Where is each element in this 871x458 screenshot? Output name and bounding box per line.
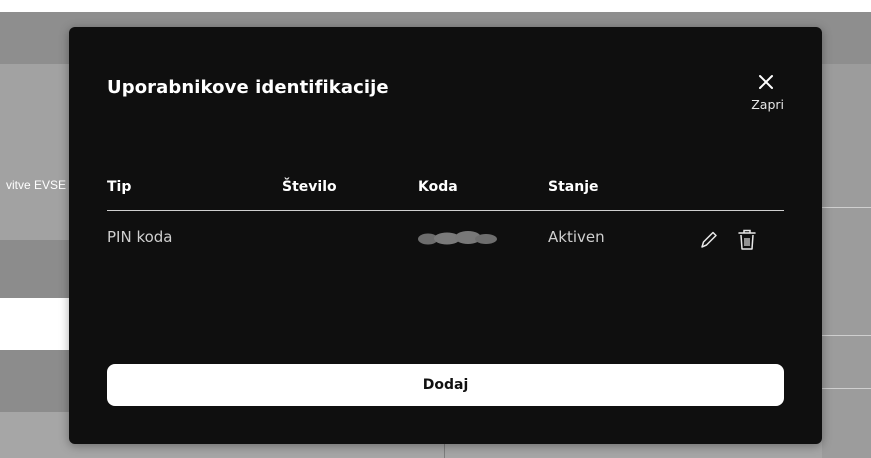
background-divider	[444, 444, 445, 458]
edit-button[interactable]	[697, 227, 721, 253]
add-button[interactable]: Dodaj	[107, 364, 784, 406]
background-divider	[822, 207, 871, 208]
background-label: vitve EVSE	[6, 178, 67, 192]
column-header-stevilo: Število	[282, 179, 337, 195]
trash-icon	[738, 229, 756, 250]
table-header-divider	[107, 210, 784, 211]
modal-title: Uporabnikove identifikacije	[107, 77, 389, 98]
close-label: Zapri	[751, 97, 784, 112]
delete-button[interactable]	[735, 227, 759, 253]
column-header-koda: Koda	[418, 179, 458, 195]
pencil-icon	[701, 231, 717, 248]
obscured-code	[418, 231, 497, 245]
identifications-modal: Uporabnikove identifikacije Zapri Tip Št…	[69, 27, 822, 444]
cell-tip: PIN koda	[107, 228, 173, 246]
column-header-stanje: Stanje	[548, 179, 599, 195]
close-icon	[759, 75, 773, 89]
background-divider	[822, 388, 871, 389]
column-header-tip: Tip	[107, 179, 132, 195]
background-divider	[822, 335, 871, 336]
cell-stanje: Aktiven	[548, 228, 605, 246]
background-column	[822, 64, 871, 458]
close-button[interactable]: Zapri	[741, 71, 791, 125]
